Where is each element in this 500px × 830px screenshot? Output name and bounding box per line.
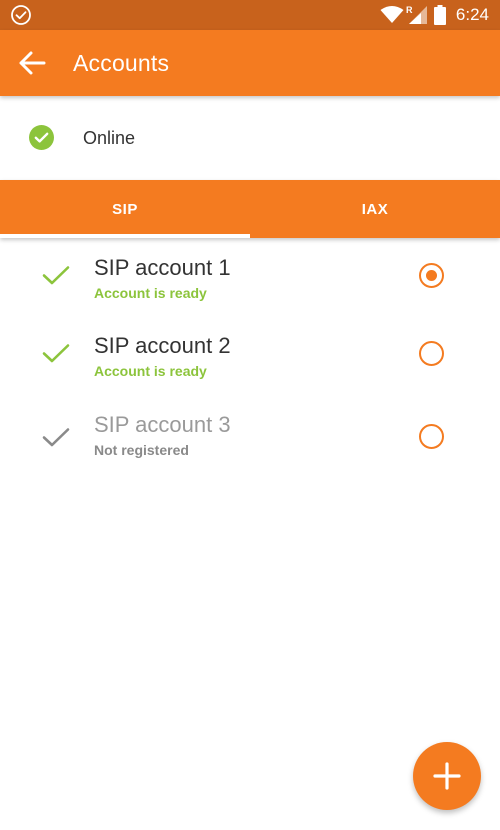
account-name: SIP account 2	[94, 333, 231, 358]
check-circle-icon	[29, 125, 54, 150]
default-account-radio[interactable]	[419, 263, 444, 288]
account-row[interactable]: SIP account 1 Account is ready	[0, 238, 500, 316]
battery-icon	[434, 5, 446, 25]
tab-label: SIP	[112, 200, 138, 218]
tab-bar: SIP IAX	[0, 180, 500, 238]
back-button[interactable]	[14, 45, 50, 81]
plus-icon	[433, 762, 461, 790]
app-bar: Accounts	[0, 30, 500, 96]
account-status: Not registered	[94, 442, 189, 458]
wifi-icon	[380, 6, 404, 23]
tab-sip[interactable]: SIP	[0, 180, 250, 238]
tab-label: IAX	[361, 200, 389, 218]
default-account-radio[interactable]	[419, 424, 444, 449]
account-row[interactable]: SIP account 2 Account is ready	[0, 316, 500, 394]
status-bar: R 6:24	[0, 0, 500, 30]
check-circle-icon	[11, 5, 31, 25]
arrow-back-icon	[19, 51, 46, 75]
add-account-button[interactable]	[413, 742, 481, 810]
clock: 6:24	[455, 5, 489, 24]
account-status: Account is ready	[94, 285, 207, 301]
tab-iax[interactable]: IAX	[250, 180, 500, 238]
account-status: Account is ready	[94, 363, 207, 379]
default-account-radio[interactable]	[419, 341, 444, 366]
presence-label: Online	[83, 128, 136, 148]
check-icon	[42, 266, 70, 285]
signal-icon: R	[406, 5, 427, 24]
roaming-indicator: R	[406, 5, 413, 15]
presence-row[interactable]: Online	[0, 96, 500, 180]
account-row[interactable]: SIP account 3 Not registered	[0, 394, 500, 472]
page-title: Accounts	[73, 50, 170, 76]
check-icon	[42, 344, 70, 363]
account-name: SIP account 3	[94, 412, 231, 437]
tab-selected-indicator	[0, 234, 250, 238]
check-icon	[42, 428, 70, 447]
account-name: SIP account 1	[94, 255, 231, 280]
